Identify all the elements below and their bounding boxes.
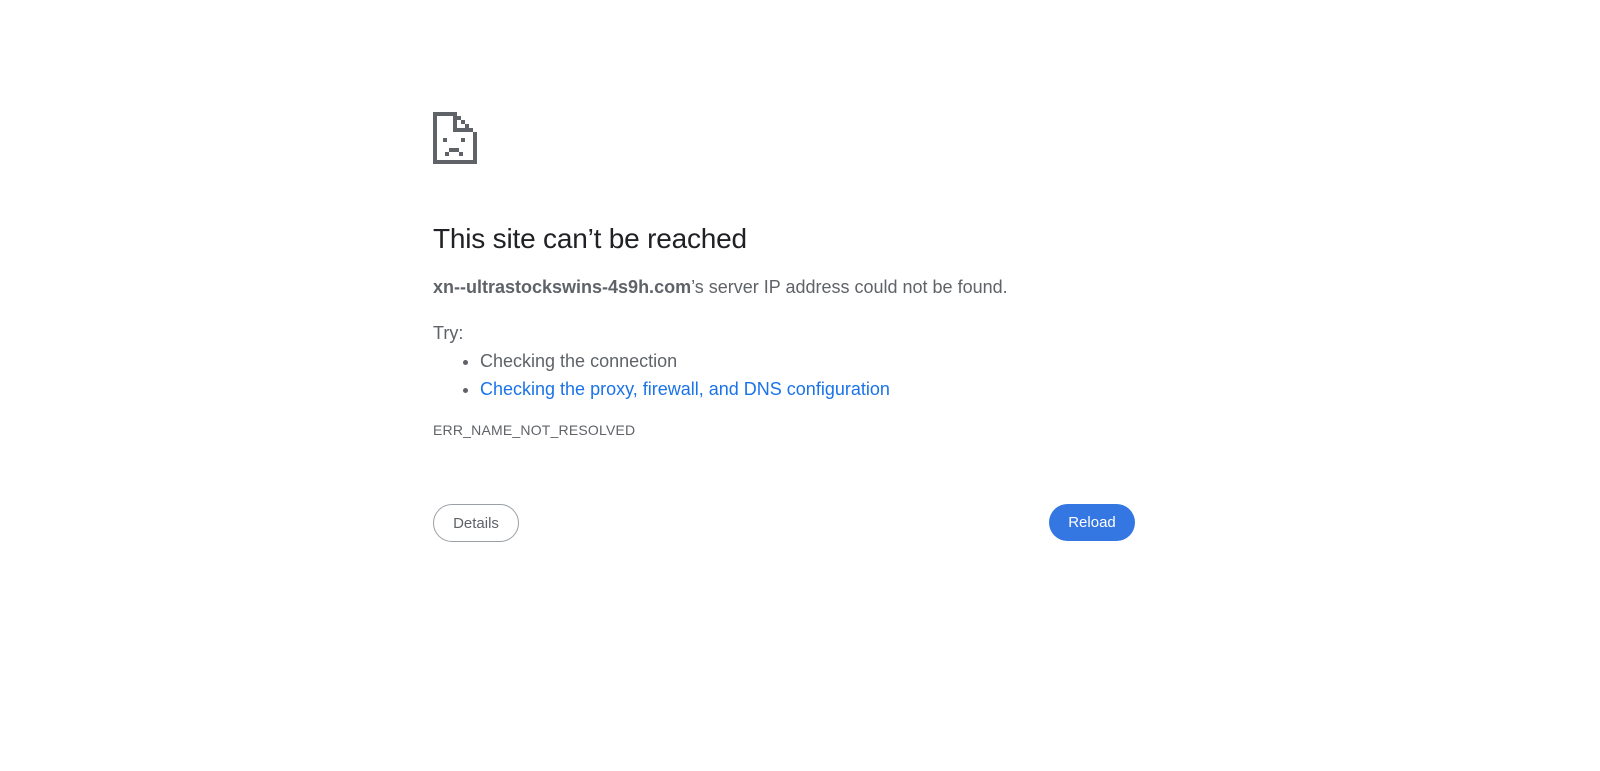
page-title: This site can’t be reached	[433, 223, 747, 254]
button-row: Details Reload	[433, 504, 1135, 544]
suggestion-label: Checking the connection	[480, 351, 678, 371]
error-summary: xn--ultrastockswins-4s9h.com’s server IP…	[433, 275, 1135, 299]
suggestion-check-proxy: Checking the proxy, firewall, and DNS co…	[480, 377, 1135, 401]
try-label: Try:	[433, 323, 464, 343]
suggestions-list: Checking the connection Checking the pro…	[433, 349, 1135, 401]
error-page-content: This site can’t be reached xn--ultrastoc…	[433, 112, 1135, 544]
error-code: ERR_NAME_NOT_RESOLVED	[433, 422, 636, 438]
host-name: xn--ultrastockswins-4s9h.com	[433, 277, 692, 297]
details-button[interactable]: Details	[433, 504, 519, 542]
sad-page-icon	[433, 112, 477, 164]
error-summary-text: ’s server IP address could not be found.	[691, 277, 1008, 297]
reload-button[interactable]: Reload	[1049, 504, 1135, 541]
suggestion-check-connection: Checking the connection	[480, 349, 1135, 373]
proxy-config-link[interactable]: Checking the proxy, firewall, and DNS co…	[480, 379, 890, 399]
